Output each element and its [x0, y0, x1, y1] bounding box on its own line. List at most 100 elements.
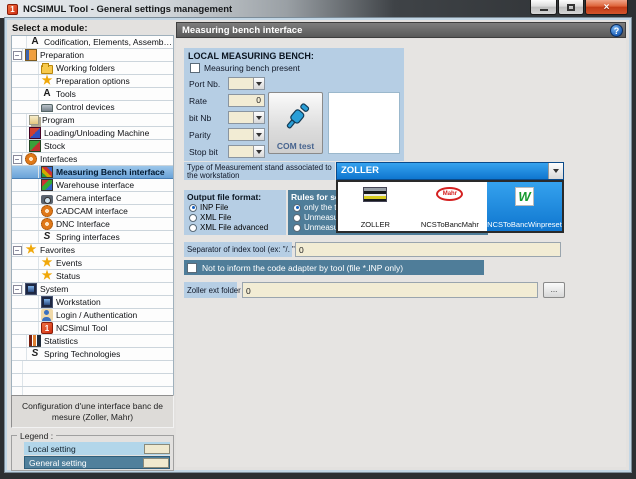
sidebar-item-login-authentication[interactable]: Login / Authentication [12, 309, 173, 322]
sidebar-item-ncsimul-tool[interactable]: 1NCSimul Tool [12, 322, 173, 335]
radio-label: INP File [200, 203, 228, 212]
dropdown-arrow-icon[interactable] [253, 112, 264, 123]
dropdown-arrow-icon[interactable] [253, 146, 264, 157]
sidebar-item-label: Preparation options [53, 76, 130, 86]
tree-gutter [28, 88, 39, 100]
measuring-bench-present-label: Measuring bench present [204, 63, 300, 73]
dropdown-arrow-icon[interactable] [253, 129, 264, 140]
close-button[interactable]: × [585, 0, 628, 15]
sidebar-item-system[interactable]: −System [12, 283, 173, 296]
tree-gutter [28, 322, 39, 334]
sidebar-item-control-devices[interactable]: Control devices [12, 101, 173, 114]
dropdown-arrow-icon[interactable] [548, 163, 563, 179]
sidebar-item-status[interactable]: ★Status [12, 270, 173, 283]
mahr-logo-icon: Mahr [436, 187, 463, 201]
sidebar-item-workstation[interactable]: Workstation [12, 296, 173, 309]
radio-icon[interactable] [189, 214, 197, 222]
sidebar-item-spring-interfaces[interactable]: SSpring interfaces [12, 231, 173, 244]
tree-gutter [16, 114, 27, 126]
sidebar-item-warehouse-interface[interactable]: Warehouse interface [12, 179, 173, 192]
sidebar-item-label: Program [39, 115, 75, 125]
help-icon[interactable]: ? [610, 24, 623, 37]
combobox-value [229, 129, 253, 140]
adapter-bar: Not to inform the code adapter by tool (… [184, 260, 484, 275]
sidebar-item-preparation-options[interactable]: ★Preparation options [12, 75, 173, 88]
zoller-folder-input[interactable]: 0 [242, 282, 538, 298]
stand-type-combobox[interactable]: ZOLLER [336, 162, 564, 180]
collapse-icon[interactable]: − [13, 155, 22, 164]
tree-gutter: − [12, 244, 23, 256]
rate-input[interactable]: 0 [228, 94, 265, 107]
stand-option-zoller[interactable]: ZOLLER [338, 182, 413, 231]
sidebar-item-label: Codification, Elements, Assemblies [41, 37, 173, 47]
winpreset-logo-icon: W [515, 187, 534, 206]
sidebar-item-loading-unloading-machine[interactable]: Loading/Unloading Machine [12, 127, 173, 140]
sidebar-item-label: CADCAM interface [53, 206, 128, 216]
radio-icon[interactable] [293, 204, 301, 212]
sidebar-item-interfaces[interactable]: −Interfaces [12, 153, 173, 166]
sidebar-item-spring-technologies[interactable]: SSpring Technologies [12, 348, 173, 361]
dropdown-arrow-icon[interactable] [253, 78, 264, 89]
stats-icon [29, 335, 41, 347]
field-label: Port Nb. [189, 79, 220, 89]
sidebar-item-codification-elements-assemblies[interactable]: ACodification, Elements, Assemblies [12, 36, 173, 49]
radio-icon[interactable] [293, 224, 301, 232]
legend-local-setting: Local setting [24, 442, 170, 455]
stand-option-ncstobancmahr[interactable]: Mahr NCSToBancMahr [413, 182, 488, 231]
main-panel-title: Measuring bench interface [182, 25, 302, 36]
tree-gutter [28, 257, 39, 269]
sidebar-item-events[interactable]: ★Events [12, 257, 173, 270]
ncsimul-icon: 1 [41, 322, 53, 334]
stand-option-label: NCSToBancMahr [421, 220, 479, 229]
stock-icon [29, 140, 41, 152]
adapter-checkbox[interactable] [187, 263, 197, 273]
sidebar-item-label: Events [53, 258, 82, 268]
sidebar-item-stock[interactable]: Stock [12, 140, 173, 153]
radio-icon[interactable] [293, 214, 301, 222]
monitor-icon [25, 283, 37, 295]
radio-option-inp-file[interactable]: INP File [184, 203, 286, 213]
sidebar-item-dnc-interface[interactable]: DNC Interface [12, 218, 173, 231]
local-bench-title: LOCAL MEASURING BENCH: [184, 48, 404, 61]
sidebar-item-preparation[interactable]: −Preparation [12, 49, 173, 62]
collapse-icon[interactable]: − [13, 246, 22, 255]
collapse-icon[interactable]: − [13, 51, 22, 60]
collapse-icon[interactable]: − [13, 285, 22, 294]
adapter-label: Not to inform the code adapter by tool (… [202, 263, 403, 273]
output-format-title: Output file format: [184, 190, 286, 203]
control-icon [41, 104, 53, 112]
sidebar-item-favorites[interactable]: −★Favorites [12, 244, 173, 257]
radio-icon[interactable] [189, 204, 197, 212]
sidebar-item-measuring-bench-interface[interactable]: Measuring Bench interface [12, 166, 173, 179]
browse-button[interactable]: ... [543, 282, 565, 298]
parity-combobox[interactable] [228, 128, 265, 141]
measuring-bench-present-checkbox[interactable] [190, 63, 200, 73]
radio-option-xml-file-advanced[interactable]: XML File advanced [184, 223, 286, 233]
tree-gutter [12, 361, 23, 373]
sidebar-item-working-folders[interactable]: Working folders [12, 62, 173, 75]
separator-input[interactable]: 0 [295, 242, 561, 257]
minimize-button[interactable] [530, 0, 557, 15]
tree-gutter [28, 192, 39, 204]
stop-bit-combobox[interactable] [228, 145, 265, 158]
com-test-button[interactable]: COM test [268, 92, 323, 154]
maximize-button[interactable] [558, 0, 584, 15]
tree-gutter [28, 270, 39, 282]
sidebar-item-label: Measuring Bench interface [53, 167, 165, 177]
radio-icon[interactable] [189, 224, 197, 232]
sidebar-item-statistics[interactable]: Statistics [12, 335, 173, 348]
bit-nb-combobox[interactable] [228, 111, 265, 124]
legend-swatch [144, 444, 170, 454]
port-nb-combobox[interactable] [228, 77, 265, 90]
radio-option-xml-file[interactable]: XML File [184, 213, 286, 223]
sidebar-item-label: Workstation [53, 297, 101, 307]
stand-option-ncstobancwinpreset[interactable]: WNCSToBancWinpreset [487, 182, 562, 231]
tree-gutter: − [12, 49, 23, 61]
sidebar-item-camera-interface[interactable]: Camera interface [12, 192, 173, 205]
sidebar-item-label: NCSimul Tool [53, 323, 107, 333]
sidebar-item-program[interactable]: Program [12, 114, 173, 127]
sidebar-item-cadcam-interface[interactable]: CADCAM interface [12, 205, 173, 218]
tree-gutter [28, 205, 39, 217]
sidebar-item-tools[interactable]: ATools [12, 88, 173, 101]
main-panel: Measuring bench interface ? LOCAL MEASUR… [176, 22, 626, 467]
